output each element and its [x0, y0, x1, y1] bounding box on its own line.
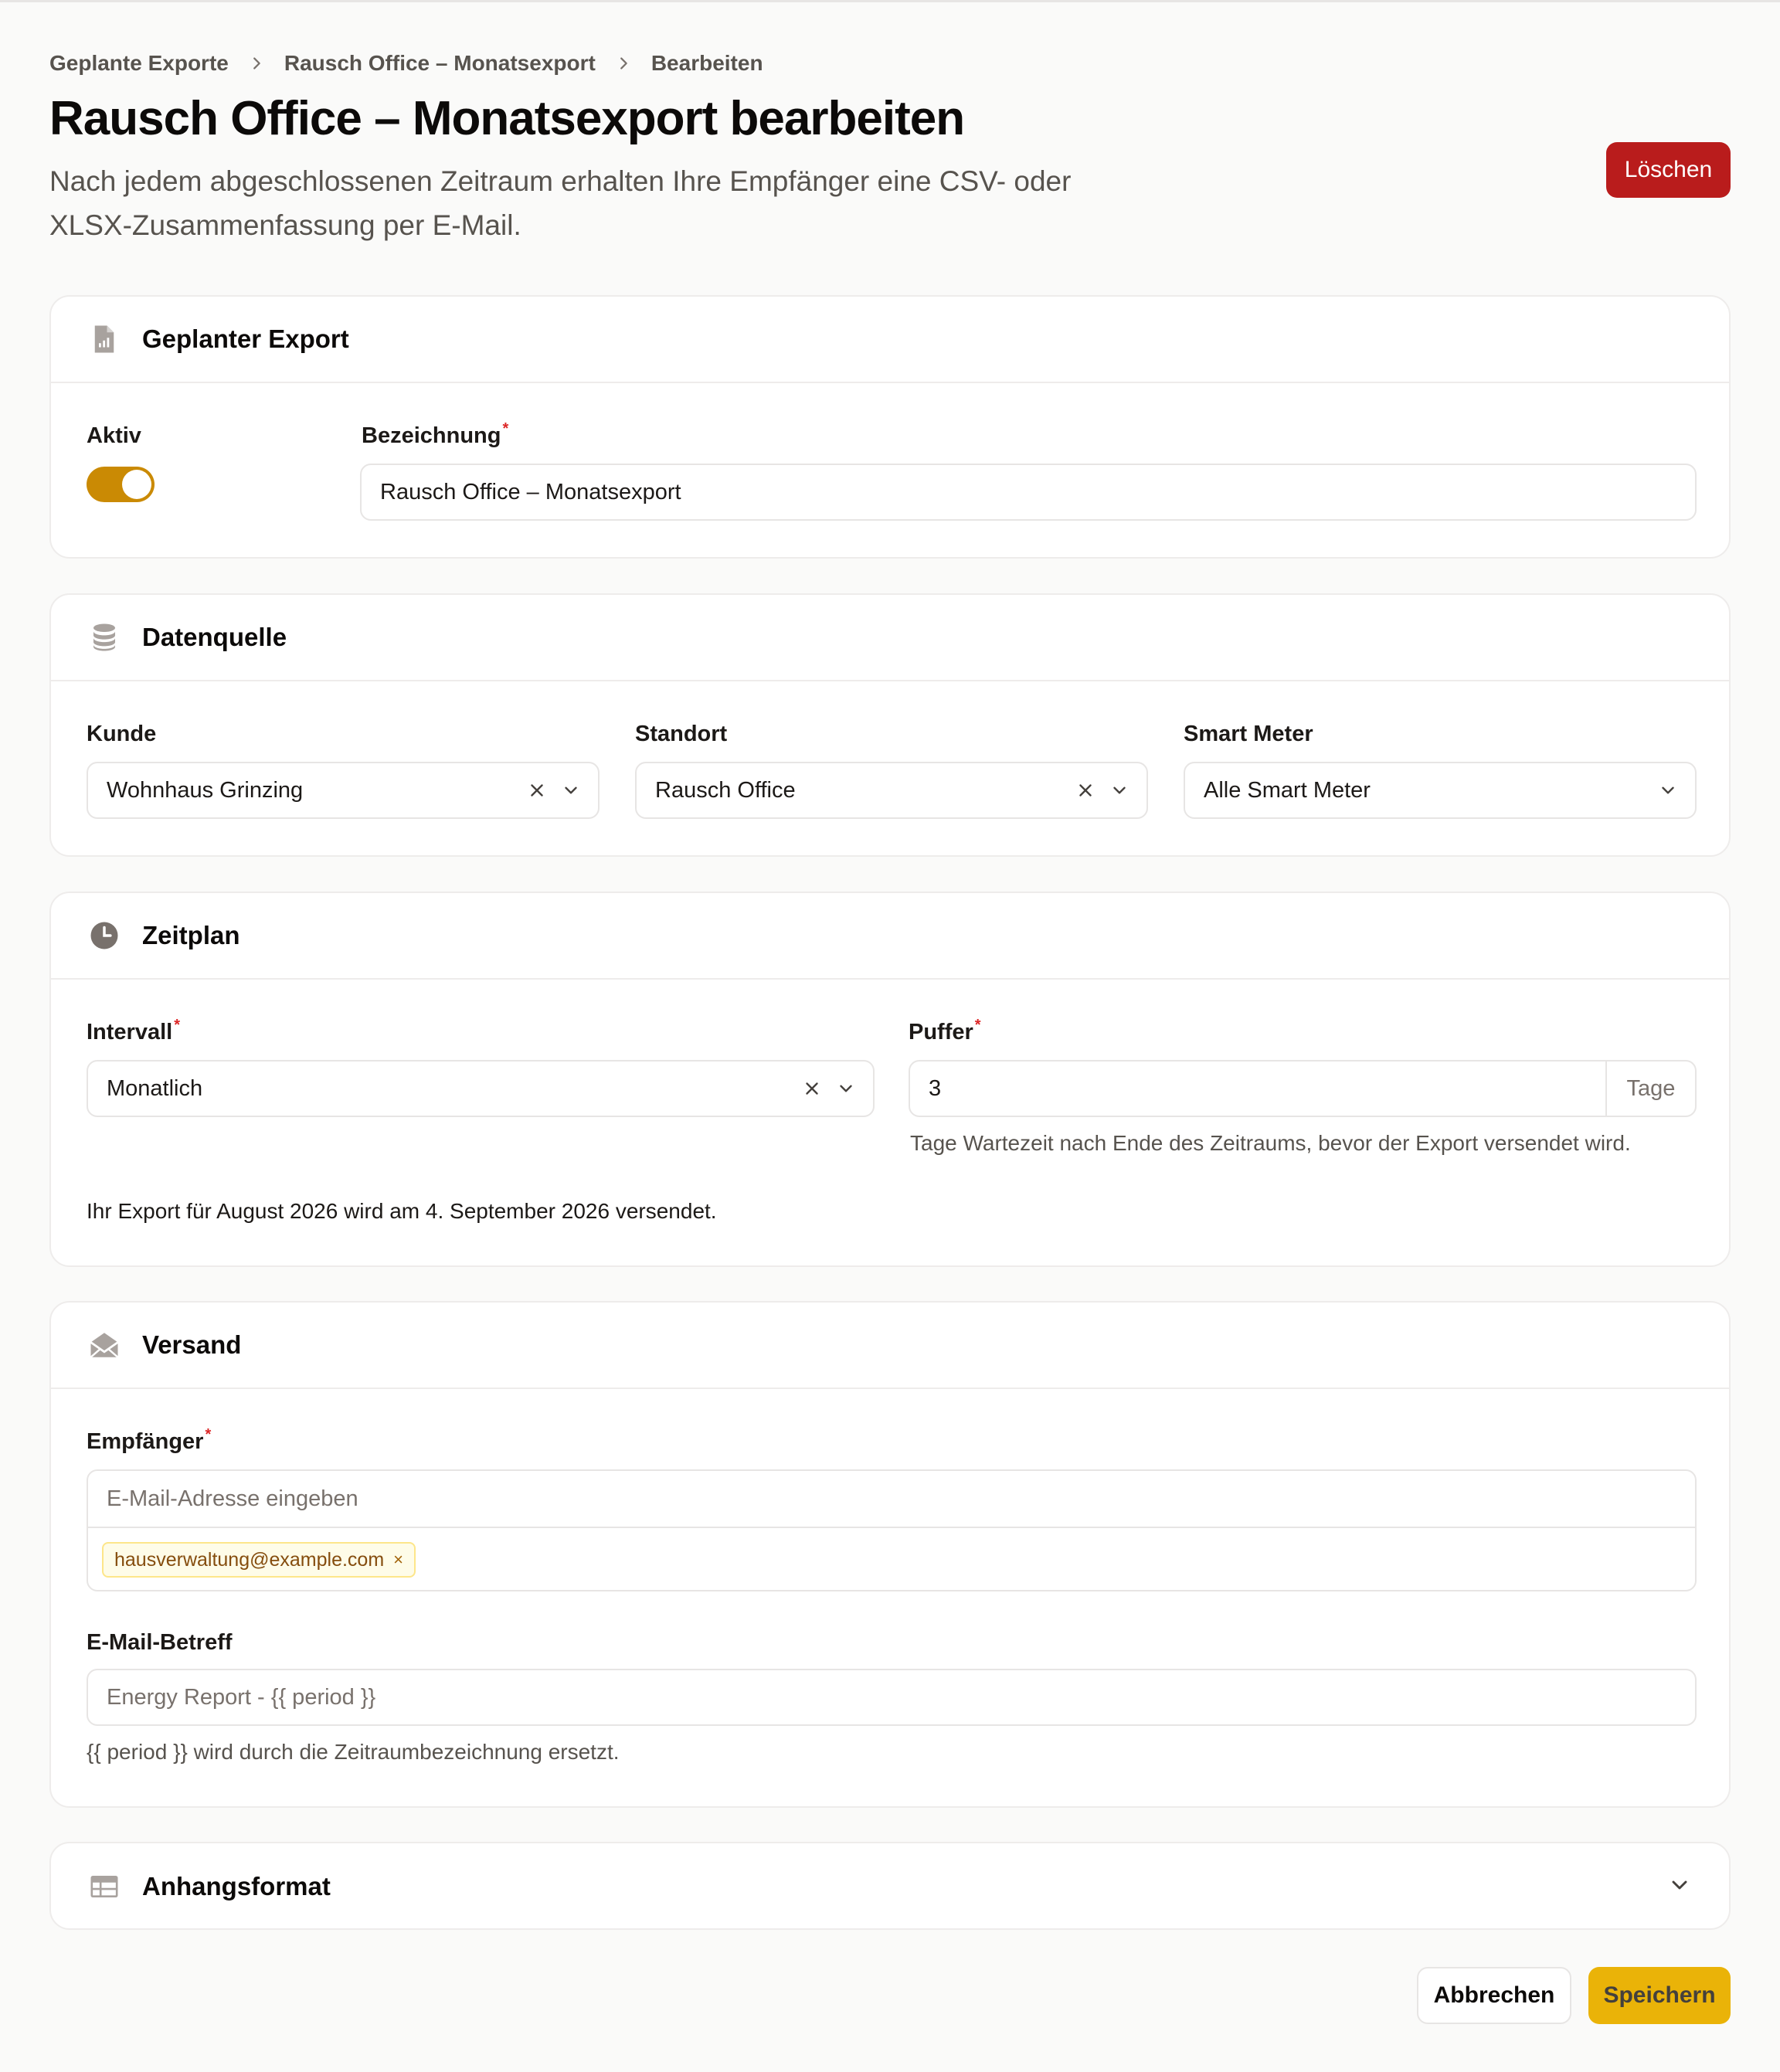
meter-label: Smart Meter [1184, 722, 1313, 746]
subject-label: E-Mail-Betreff [87, 1630, 233, 1655]
buffer-input[interactable]: 3 Tage [909, 1060, 1697, 1117]
recipients-field: E-Mail-Adresse eingeben hausverwaltung@e… [87, 1469, 1697, 1591]
location-value: Rausch Office [655, 777, 796, 803]
chevron-down-icon[interactable] [1658, 780, 1678, 800]
location-select[interactable]: Rausch Office [635, 762, 1148, 819]
schedule-card: Zeitplan Intervall * Monatlich Puffer * 3 … [49, 892, 1731, 1267]
top-border [0, 0, 1780, 2]
page-title: Rausch Office – Monatsexport bearbeiten [49, 92, 965, 145]
chevron-down-icon[interactable] [1109, 780, 1129, 800]
breadcrumb: Geplante Exporte Rausch Office – Monatse… [49, 51, 763, 76]
attachment-card-title: Anhangsformat [142, 1872, 331, 1900]
recipients-label: Empfänger * [87, 1426, 212, 1454]
clear-icon[interactable] [527, 780, 547, 800]
chevron-down-icon[interactable] [561, 780, 581, 800]
clear-icon[interactable] [802, 1078, 822, 1099]
attachment-card-header[interactable]: Anhangsformat [51, 1843, 1729, 1930]
buffer-label: Puffer * [909, 1017, 981, 1044]
customer-value: Wohnhaus Grinzing [107, 777, 304, 803]
next-export-info: Ihr Export für August 2026 wird am 4. Se… [87, 1199, 717, 1223]
save-button[interactable]: Speichern [1588, 1967, 1731, 2024]
meter-value: Alle Smart Meter [1204, 777, 1371, 803]
breadcrumb-item-export[interactable]: Rausch Office – Monatsexport [284, 51, 596, 76]
remove-tag-icon[interactable]: × [393, 1550, 403, 1570]
attachment-card[interactable]: Anhangsformat [49, 1842, 1731, 1930]
breadcrumb-item-scheduled-exports[interactable]: Geplante Exporte [49, 51, 229, 76]
delivery-card-title: Versand [142, 1330, 242, 1359]
source-card-title: Datenquelle [142, 623, 287, 651]
source-card-header: Datenquelle [51, 595, 1729, 681]
clear-icon[interactable] [1075, 780, 1096, 800]
toggle-knob [122, 470, 151, 499]
customer-label: Kunde [87, 722, 157, 746]
breadcrumb-item-edit: Bearbeiten [651, 51, 763, 75]
name-input[interactable]: Rausch Office – Monatsexport [360, 464, 1697, 521]
export-card-title: Geplanter Export [142, 324, 349, 353]
interval-label: Intervall * [87, 1017, 181, 1044]
delete-button[interactable]: Löschen [1606, 142, 1731, 198]
source-card: Datenquelle Kunde Wohnhaus Grinzing Stan… [49, 593, 1731, 857]
file-chart-icon [88, 323, 121, 355]
interval-value: Monatlich [107, 1075, 203, 1101]
subject-help: {{ period }} wird durch die Zeitraumbeze… [87, 1740, 620, 1764]
buffer-suffix: Tage [1605, 1061, 1695, 1116]
required-mark: * [174, 1017, 181, 1034]
required-mark: * [502, 420, 509, 437]
customer-select[interactable]: Wohnhaus Grinzing [87, 762, 600, 819]
delivery-card-header: Versand [51, 1303, 1729, 1389]
buffer-value: 3 [929, 1075, 942, 1101]
export-card: Geplanter Export Aktiv Bezeichnung * Raus… [49, 295, 1731, 559]
chevron-right-icon [229, 55, 284, 72]
chevron-down-icon[interactable] [836, 1078, 856, 1099]
page-subtitle: Nach jedem abgeschlossenen Zeitraum erha… [49, 165, 1072, 241]
subject-input[interactable]: Energy Report - {{ period }} [87, 1669, 1697, 1726]
export-card-header: Geplanter Export [51, 297, 1729, 383]
clock-icon [88, 919, 121, 952]
delivery-card: Versand Empfänger * E-Mail-Adresse eingeb… [49, 1301, 1731, 1808]
name-label: Bezeichnung * [362, 420, 509, 448]
chevron-down-icon[interactable] [1667, 1873, 1692, 1897]
recipient-tag: hausverwaltung@example.com × [102, 1542, 416, 1578]
location-label: Standort [635, 722, 728, 746]
buffer-help: Tage Wartezeit nach Ende des Zeitraums, … [910, 1131, 1631, 1155]
recipient-email-input[interactable]: E-Mail-Adresse eingeben [88, 1471, 1695, 1528]
recipient-tag-label: hausverwaltung@example.com [114, 1548, 385, 1571]
required-mark: * [205, 1426, 212, 1443]
table-icon [88, 1870, 121, 1903]
meter-select[interactable]: Alle Smart Meter [1184, 762, 1697, 819]
chevron-right-icon [596, 55, 651, 72]
envelope-open-icon [88, 1329, 121, 1361]
active-toggle[interactable] [87, 467, 155, 502]
cancel-button[interactable]: Abbrechen [1417, 1967, 1571, 2024]
required-mark: * [974, 1017, 981, 1034]
interval-select[interactable]: Monatlich [87, 1060, 875, 1117]
schedule-card-header: Zeitplan [51, 893, 1729, 980]
database-icon [88, 621, 121, 654]
active-label: Aktiv [87, 423, 141, 448]
schedule-card-title: Zeitplan [142, 921, 240, 949]
